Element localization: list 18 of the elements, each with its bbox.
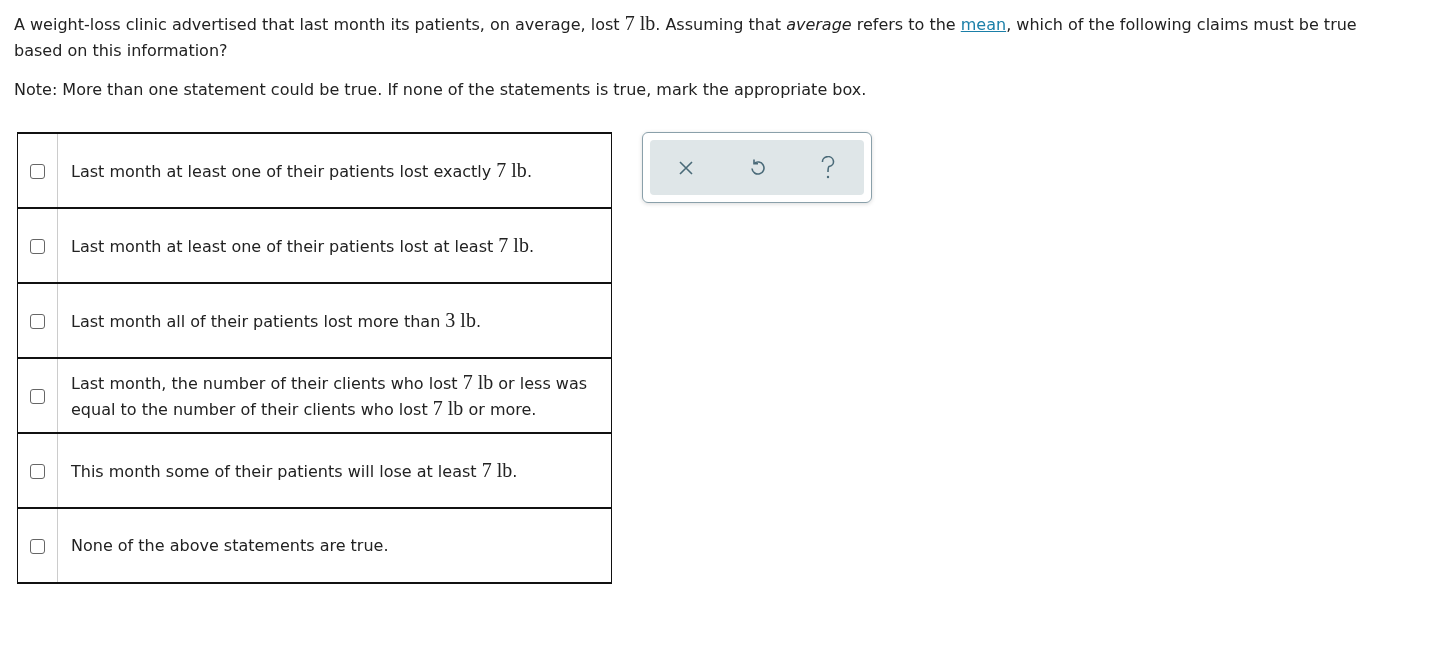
option-text: Last month at least one of their patients lost at least 7 lb. [71, 236, 534, 256]
option-text: Last month all of their patients lost more than 3 lb. [71, 311, 481, 331]
option-text: Last month at least one of their patients lost exactly 7 lb. [71, 161, 532, 181]
close-icon [677, 159, 694, 176]
help-icon [820, 155, 837, 180]
option-text: Last month, the number of their clients who lost 7 lb or less was equal to the number of their clients who lost 7 lb or more. [71, 373, 588, 419]
undo-icon [749, 157, 765, 178]
mean-link[interactable]: mean [960, 15, 1007, 34]
question-text: A weight-loss clinic advertised that last month its patients, on average, lost 7 lb. Assuming that average refers to the mean, which of the following claims must be true based on this information? [14, 11, 1358, 62]
checkbox[interactable] [30, 239, 45, 254]
checkbox[interactable] [30, 389, 45, 404]
option-text: This month some of their patients will lose at least 7 lb. [71, 461, 518, 481]
checkbox[interactable] [30, 464, 45, 479]
note-text: Note: More than one statement could be true. If none of the statements is true, mark the appropriate box. [14, 79, 868, 101]
checkbox[interactable] [30, 314, 45, 329]
checkbox[interactable] [30, 164, 45, 179]
option-text: None of the above statements are true. [71, 536, 389, 555]
checkbox[interactable] [30, 539, 45, 554]
